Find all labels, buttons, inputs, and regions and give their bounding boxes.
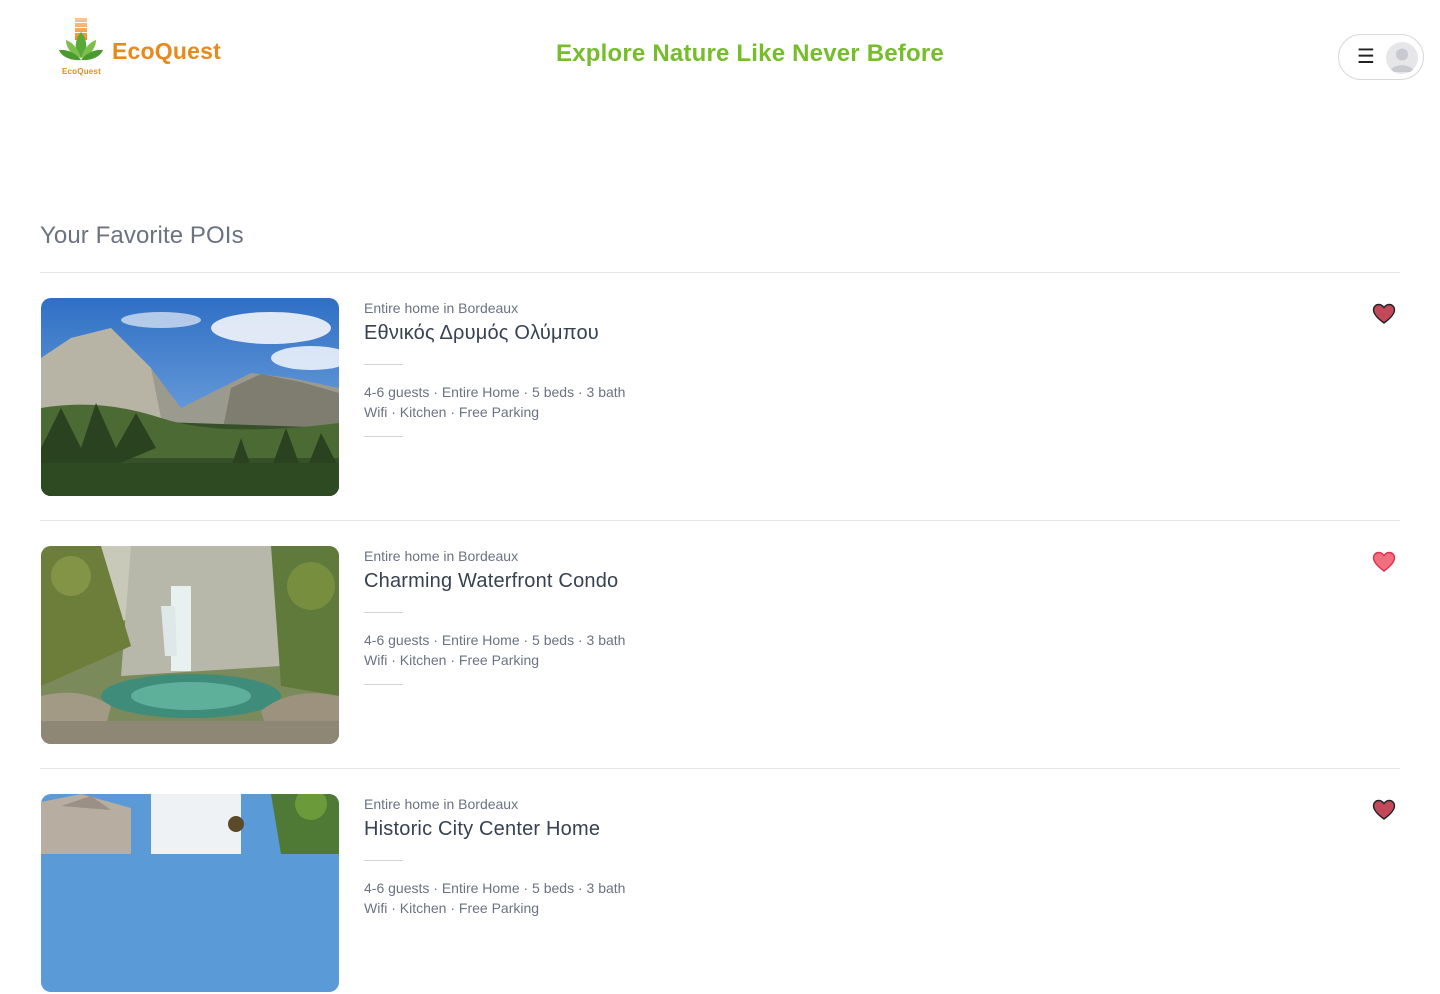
heart-icon <box>1372 799 1396 820</box>
user-avatar-icon <box>1386 42 1418 74</box>
favorite-card[interactable]: Entire home in Bordeaux Historic City Ce… <box>40 794 1400 994</box>
divider <box>40 520 1400 521</box>
poi-kind: Entire home in Bordeaux <box>364 300 519 316</box>
poi-amenities: Wifi · Kitchen · Free Parking <box>364 900 540 916</box>
poi-kind: Entire home in Bordeaux <box>364 796 519 812</box>
divider <box>364 436 403 437</box>
poi-title[interactable]: Εθνικός Δρυμός Ολύμπου <box>364 322 599 345</box>
poi-title[interactable]: Charming Waterfront Condo <box>364 570 618 593</box>
divider <box>364 612 403 613</box>
heart-icon <box>1372 303 1396 324</box>
poi-amenities: Wifi · Kitchen · Free Parking <box>364 404 540 420</box>
poi-specs: 4-6 guests · Entire Home · 5 beds · 3 ba… <box>364 880 626 896</box>
heart-icon <box>1372 551 1396 572</box>
divider <box>40 768 1400 769</box>
poi-amenities: Wifi · Kitchen · Free Parking <box>364 652 540 668</box>
logo-subtext: EcoQuest <box>62 67 101 76</box>
favorite-heart-button[interactable] <box>1372 551 1396 573</box>
user-menu-button[interactable]: ☰ <box>1338 34 1424 80</box>
poi-photo[interactable] <box>41 546 339 744</box>
favorite-card[interactable]: Entire home in Bordeaux Charming Waterfr… <box>40 546 1400 746</box>
favorite-card[interactable]: Entire home in Bordeaux Εθνικός Δρυμός Ο… <box>40 298 1400 498</box>
hamburger-icon: ☰ <box>1357 46 1375 68</box>
poi-photo[interactable] <box>41 298 339 496</box>
site-header: EcoQuest EcoQuest Explore Nature Like Ne… <box>0 0 1440 110</box>
poi-specs: 4-6 guests · Entire Home · 5 beds · 3 ba… <box>364 632 626 648</box>
poi-kind: Entire home in Bordeaux <box>364 548 519 564</box>
divider <box>364 364 403 365</box>
section-title: Your Favorite POIs <box>40 222 244 249</box>
poi-photo[interactable] <box>41 794 339 992</box>
divider <box>364 860 403 861</box>
divider <box>364 684 403 685</box>
favorite-heart-button[interactable] <box>1372 799 1396 821</box>
tagline: Explore Nature Like Never Before <box>556 40 944 67</box>
poi-specs: 4-6 guests · Entire Home · 5 beds · 3 ba… <box>364 384 626 400</box>
favorite-heart-button[interactable] <box>1372 303 1396 325</box>
poi-title[interactable]: Historic City Center Home <box>364 818 600 841</box>
divider <box>40 272 1400 273</box>
